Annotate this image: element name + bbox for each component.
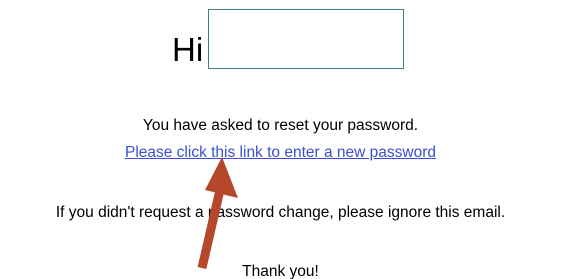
ignore-notice-text: If you didn't request a password change,… (55, 204, 506, 221)
reset-request-text: You have asked to reset your password. (142, 117, 419, 134)
reset-password-link[interactable]: Please click this link to enter a new pa… (125, 144, 436, 161)
email-body: Hi You have asked to reset your password… (0, 0, 561, 279)
reset-link-container: Please click this link to enter a new pa… (0, 143, 561, 163)
greeting-text: Hi (172, 31, 204, 68)
recipient-name-box (208, 9, 404, 69)
thank-you-text: Thank you! (242, 263, 319, 279)
